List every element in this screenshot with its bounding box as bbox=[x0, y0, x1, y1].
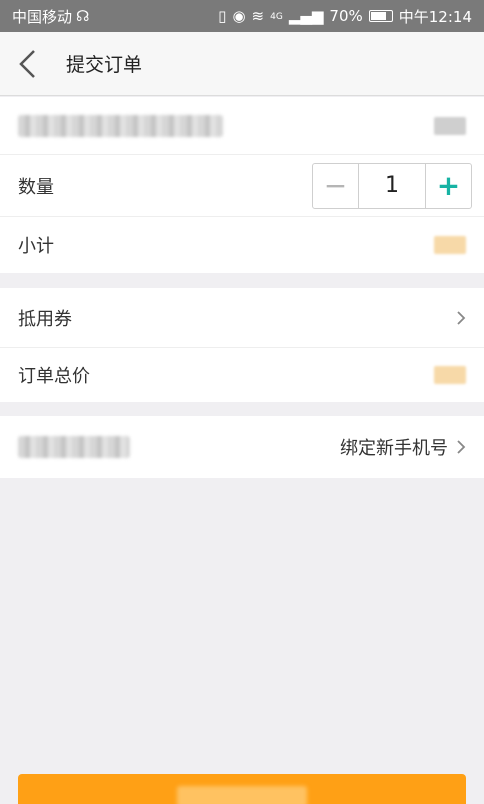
subtotal-row: 小计 bbox=[0, 217, 484, 273]
increase-button[interactable]: + bbox=[425, 163, 471, 208]
submit-order-button[interactable] bbox=[18, 774, 466, 804]
chevron-right-icon bbox=[457, 440, 466, 454]
phone-section: 绑定新手机号 bbox=[0, 416, 484, 478]
quantity-stepper: − 1 + bbox=[312, 162, 472, 209]
battery-percent: 70% bbox=[329, 7, 363, 25]
phone-row[interactable]: 绑定新手机号 bbox=[0, 416, 484, 478]
bind-phone-label: 绑定新手机号 bbox=[340, 438, 448, 459]
battery-icon bbox=[368, 10, 393, 22]
time-label: 中午12:14 bbox=[398, 7, 472, 26]
quantity-value[interactable]: 1 bbox=[359, 164, 425, 208]
decrease-button[interactable]: − bbox=[313, 163, 359, 208]
notification-icon: ☊ bbox=[76, 7, 90, 25]
product-price-redacted bbox=[434, 116, 466, 135]
wifi-icon: ≋ bbox=[251, 7, 265, 25]
carrier-label: 中国移动 bbox=[12, 7, 73, 26]
order-total-label: 订单总价 bbox=[18, 366, 90, 387]
network-label: 4G bbox=[270, 11, 283, 22]
phone-number-redacted bbox=[18, 436, 130, 458]
back-button[interactable] bbox=[0, 32, 56, 96]
subtotal-value-redacted bbox=[434, 236, 466, 254]
subtotal-label: 小计 bbox=[18, 236, 54, 257]
quantity-label: 数量 bbox=[18, 176, 54, 198]
order-total-row: 订单总价 bbox=[0, 348, 484, 402]
status-bar: 中国移动 ☊ ▯ ◉ ≋ 4G ▂▄▆ 70% 中午12:14 bbox=[0, 0, 484, 32]
pricing-section: 抵用券 订单总价 bbox=[0, 288, 484, 402]
page-title: 提交订单 bbox=[66, 54, 143, 76]
product-name-redacted bbox=[18, 114, 223, 137]
order-section: 数量 − 1 + 小计 bbox=[0, 97, 484, 273]
coupon-label: 抵用券 bbox=[18, 308, 72, 330]
signal-icon: ▂▄▆ bbox=[288, 7, 324, 25]
quantity-row: 数量 − 1 + bbox=[0, 155, 484, 217]
nav-bar: 提交订单 bbox=[0, 32, 484, 96]
submit-label-redacted bbox=[177, 786, 307, 804]
order-total-value-redacted bbox=[434, 366, 466, 384]
eye-icon: ◉ bbox=[232, 7, 246, 25]
coupon-row[interactable]: 抵用券 bbox=[0, 288, 484, 348]
product-row bbox=[0, 97, 484, 155]
chevron-left-icon bbox=[19, 49, 35, 78]
vibrate-icon: ▯ bbox=[218, 7, 227, 25]
chevron-right-icon bbox=[457, 310, 466, 325]
